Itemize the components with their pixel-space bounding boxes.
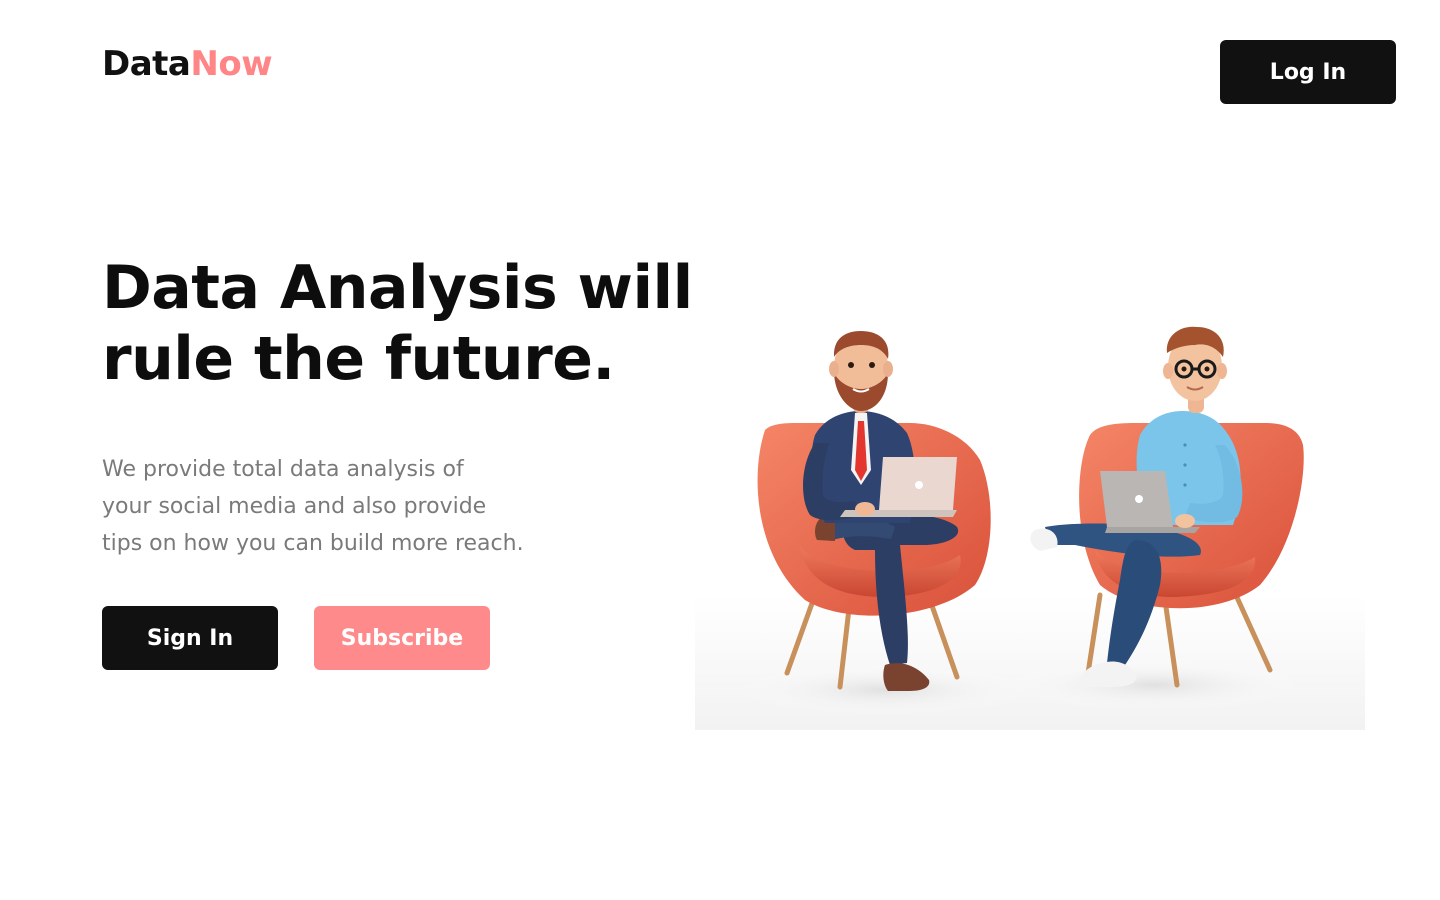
logo-text-primary: Data [102,44,191,84]
hero-description-line-3: tips on how you can build more reach. [102,531,524,556]
two-people-on-armchairs-illustration-icon [695,326,1365,730]
hero-description-line-2: your social media and also provide [102,494,487,519]
sign-in-button[interactable]: Sign In [102,606,278,670]
hero-illustration [695,295,1365,730]
login-button[interactable]: Log In [1220,40,1396,104]
hero-description-line-1: We provide total data analysis of [102,457,464,482]
subscribe-button[interactable]: Subscribe [314,606,490,670]
hero-title-line-2: rule the future. [102,324,615,394]
brand-logo[interactable]: DataNow [102,44,273,84]
hero-title-line-1: Data Analysis will [102,253,693,323]
hero-description: We provide total data analysis of your s… [102,451,602,562]
hero-title: Data Analysis will rule the future. [102,253,742,395]
logo-text-accent: Now [190,44,273,84]
